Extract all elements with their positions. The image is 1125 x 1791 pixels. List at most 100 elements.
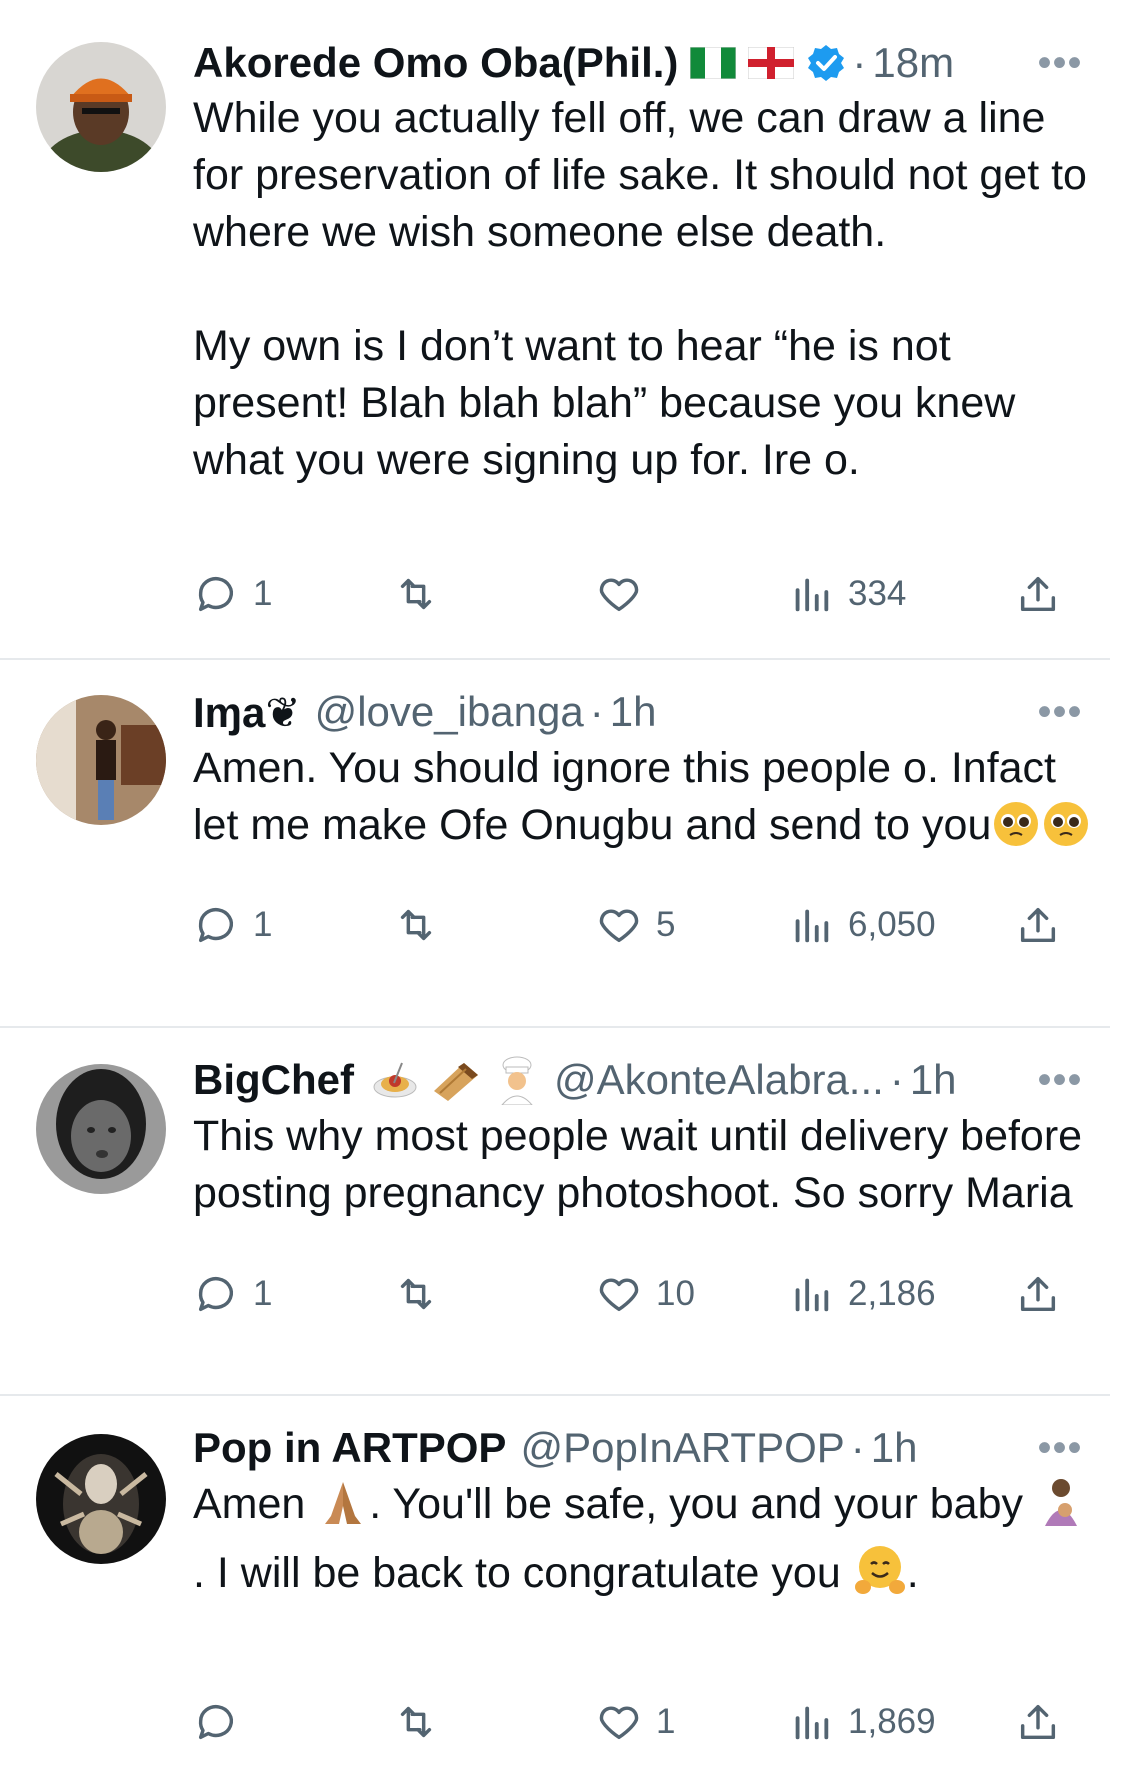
hugging-face-emoji (853, 1543, 907, 1612)
action-bar: 1 334 (193, 569, 1083, 619)
like-button[interactable]: 1 (596, 1697, 675, 1747)
user-handle[interactable]: @AkonteAlabra... (554, 1056, 884, 1104)
more-options-button[interactable]: ••• (1035, 1054, 1085, 1106)
reply-icon (198, 1277, 234, 1312)
more-options-button[interactable]: ••• (1035, 686, 1085, 738)
reply-count: 1 (253, 1274, 273, 1313)
avatar[interactable] (36, 42, 166, 172)
heart-icon (599, 1706, 639, 1740)
retweet-button[interactable] (393, 569, 453, 619)
avatar[interactable] (36, 695, 166, 825)
tweet-text: Amen . You'll be safe, you and your baby… (193, 1476, 1093, 1612)
share-button[interactable] (1015, 569, 1061, 619)
tweet-header: BigChef @AkonteAlabra... · 1h (193, 1054, 1085, 1106)
user-handle[interactable]: @love_ibanga (315, 688, 584, 736)
nigeria-flag-icon (690, 47, 737, 79)
reply-icon (198, 577, 234, 612)
like-count: 1 (656, 1702, 676, 1741)
cook-emoji (494, 1055, 540, 1105)
share-icon (1020, 1276, 1056, 1312)
share-button[interactable] (1015, 900, 1061, 950)
views-button[interactable]: 6,050 (788, 900, 936, 950)
reply-button[interactable]: 1 (193, 569, 272, 619)
burrito-emoji (430, 1057, 482, 1103)
share-icon (1020, 1704, 1056, 1740)
tweet-4[interactable]: Pop in ARTPOP @PopInARTPOP · 1h ••• Amen… (0, 1396, 1125, 1791)
england-flag-icon (748, 47, 795, 79)
view-count: 2,186 (848, 1274, 936, 1313)
tweet-text-part: . (906, 1549, 919, 1597)
reply-button[interactable]: 1 (193, 900, 272, 950)
reply-button[interactable] (193, 1697, 253, 1747)
heart-icon (599, 578, 639, 612)
view-count: 6,050 (848, 905, 936, 944)
view-count: 1,869 (848, 1702, 936, 1741)
separator-dot: · (852, 39, 867, 86)
breastfeeding-emoji (1035, 1476, 1087, 1543)
analytics-icon (795, 578, 829, 612)
timestamp[interactable]: 1h (871, 1424, 918, 1472)
reply-icon (198, 908, 234, 943)
like-count: 10 (656, 1274, 695, 1313)
retweet-button[interactable] (393, 1269, 453, 1319)
display-name[interactable]: Akorede Omo Oba(Phil.) (193, 39, 678, 87)
tweet-text-content: Amen. You should ignore this people o. I… (193, 744, 1068, 849)
tweet-1[interactable]: Akorede Omo Oba(Phil.) · 18m ••• While y… (0, 0, 1125, 658)
views-button[interactable]: 334 (788, 569, 906, 619)
retweet-icon (400, 1706, 432, 1738)
more-options-button[interactable]: ••• (1035, 1422, 1085, 1474)
retweet-button[interactable] (393, 1697, 453, 1747)
separator-dot: · (889, 1056, 904, 1103)
separator-dot: · (850, 1424, 865, 1471)
tweet-header: Iɱa❦ @love_ibanga · 1h (193, 686, 1085, 738)
share-button[interactable] (1015, 1697, 1061, 1747)
like-button[interactable]: 10 (596, 1269, 695, 1319)
retweet-icon (400, 909, 432, 941)
analytics-icon (795, 1278, 829, 1312)
heart-icon (599, 909, 639, 943)
tweet-text: While you actually fell off, we can draw… (193, 94, 1087, 484)
reply-button[interactable]: 1 (193, 1269, 272, 1319)
views-button[interactable]: 2,186 (788, 1269, 936, 1319)
pleading-face-emoji (991, 799, 1041, 864)
verified-badge-icon (806, 43, 846, 83)
action-bar: 1 10 2,186 (193, 1269, 1083, 1319)
like-count: 5 (656, 905, 676, 944)
tweet-header: Akorede Omo Oba(Phil.) · 18m (193, 37, 1085, 89)
tweet-text: Amen. You should ignore this people o. I… (193, 740, 1093, 864)
display-name[interactable]: BigChef (193, 1056, 354, 1104)
view-count: 334 (848, 574, 907, 613)
share-icon (1020, 576, 1056, 612)
tweet-text-part: . You'll be safe, you and your baby (369, 1480, 1023, 1528)
tweet-2[interactable]: Iɱa❦ @love_ibanga · 1h ••• Amen. You sho… (0, 660, 1125, 1026)
views-button[interactable]: 1,869 (788, 1697, 936, 1747)
like-button[interactable]: 5 (596, 900, 675, 950)
reply-count: 1 (253, 574, 273, 613)
tweet-3[interactable]: BigChef @AkonteAlabra... · 1h ••• This w… (0, 1028, 1125, 1394)
action-bar: 1 1,869 (193, 1697, 1083, 1747)
timestamp[interactable]: 1h (610, 688, 657, 736)
tweet-header: Pop in ARTPOP @PopInARTPOP · 1h (193, 1422, 1085, 1474)
retweet-button[interactable] (393, 900, 453, 950)
like-button[interactable] (596, 569, 656, 619)
tweet-text-part: Amen (193, 1480, 306, 1528)
reply-count: 1 (253, 905, 273, 944)
more-options-button[interactable]: ••• (1035, 37, 1085, 89)
spaghetti-emoji (372, 1057, 418, 1103)
display-name[interactable]: Pop in ARTPOP (193, 1424, 506, 1472)
timestamp[interactable]: 1h (910, 1056, 957, 1104)
user-handle[interactable]: @PopInARTPOP (520, 1424, 844, 1472)
analytics-icon (795, 1706, 829, 1740)
separator-dot: · (589, 688, 604, 735)
share-button[interactable] (1015, 1269, 1061, 1319)
avatar[interactable] (36, 1064, 166, 1194)
display-name[interactable]: Iɱa❦ (193, 688, 301, 737)
timestamp[interactable]: 18m (872, 39, 954, 87)
retweet-icon (400, 1278, 432, 1310)
share-icon (1020, 907, 1056, 943)
heart-icon (599, 1278, 639, 1312)
analytics-icon (795, 909, 829, 943)
avatar[interactable] (36, 1434, 166, 1564)
tweet-text: This why most people wait until delivery… (193, 1112, 1095, 1217)
tweet-text-part: . I will be back to congratulate you (193, 1549, 841, 1597)
